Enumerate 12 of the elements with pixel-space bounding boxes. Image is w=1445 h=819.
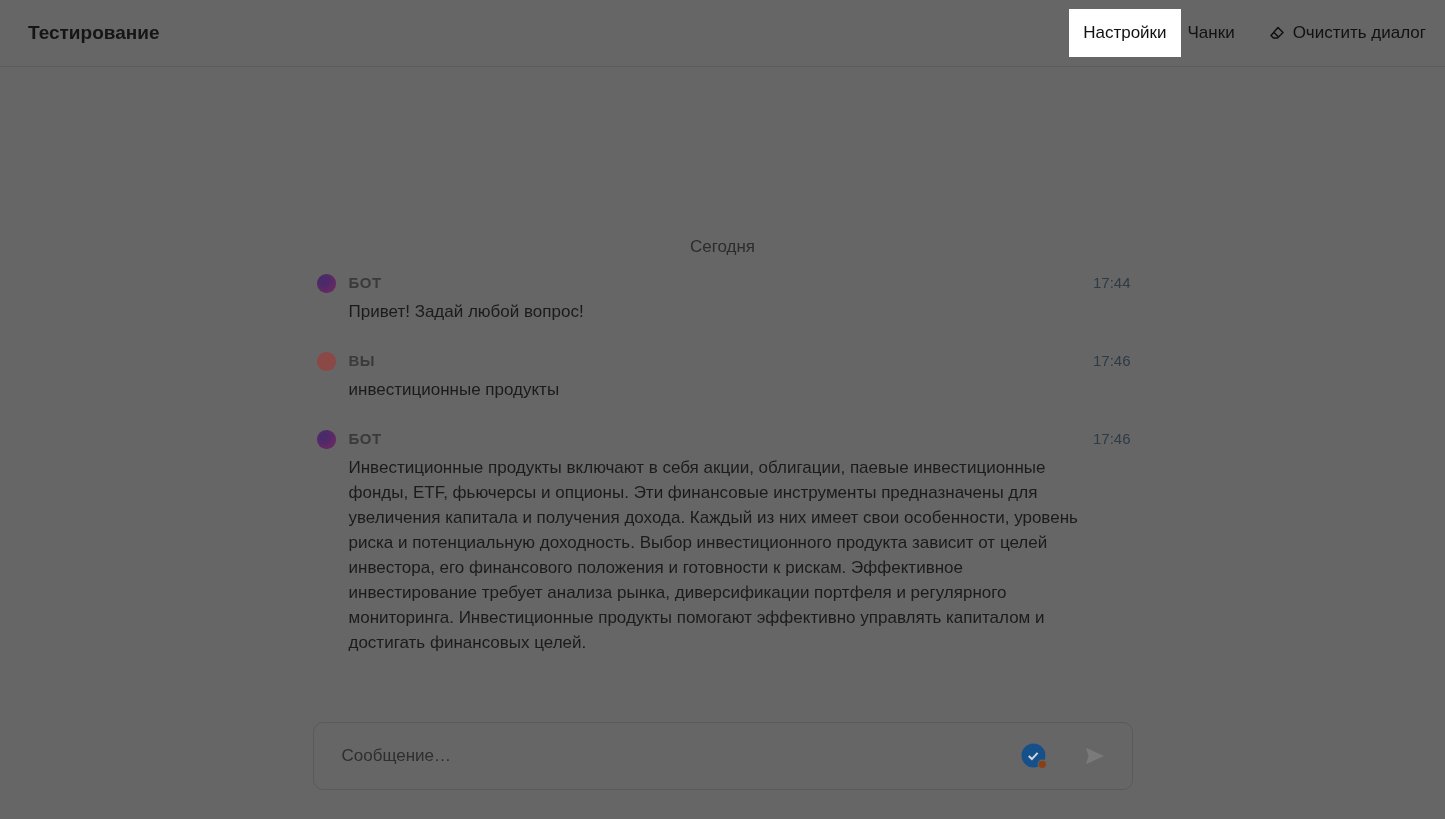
- page-title: Тестирование: [28, 22, 160, 44]
- check-badge-icon[interactable]: [1020, 742, 1048, 770]
- message-text: Привет! Задай любой вопрос!: [348, 301, 585, 323]
- message-input[interactable]: Сообщение…: [339, 745, 1021, 767]
- message-composer[interactable]: Сообщение…: [312, 722, 1133, 790]
- eraser-icon: [1268, 25, 1285, 41]
- clear-dialog-button[interactable]: Очистить диалог: [1261, 9, 1433, 57]
- message-text: Инвестиционные продукты включают в себя акции, облигации, паевые инвестиционные фонды, ETF, фьючерсы и опционы. Эти финансовые инструменты предназначены для увеличения капитала и получения дохода. Каждый из них имеет свои особенности, уровень риска и потенциальную доходность. Выбор инвестиционного продукта зависит от целей инвестора, его финансового положения и готовности к рискам. Эффективное инвестирование требует анализа рынка, диверсификации портфеля и регулярного мониторинга. Инвестиционные продукты помогают эффективно управлять капиталом и достигать финансовых целей.: [348, 457, 1079, 654]
- nav-button[interactable]: Настройки: [1069, 9, 1181, 57]
- message-text: инвестиционные продукты: [348, 379, 561, 401]
- nav-button[interactable]: Чанки: [1180, 9, 1242, 57]
- date-separator: Сегодня: [688, 237, 757, 257]
